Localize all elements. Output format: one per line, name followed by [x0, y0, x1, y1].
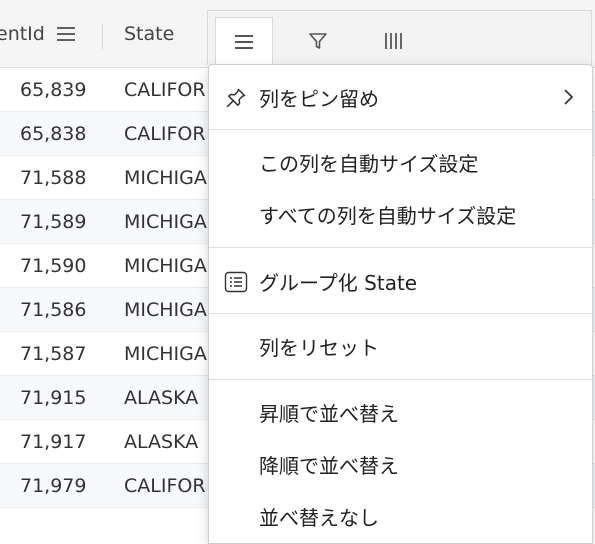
- menu-item-no-sort[interactable]: 並べ替えなし: [209, 496, 592, 536]
- menu-item-label: この列を自動サイズ設定: [259, 151, 479, 176]
- menu-item-autosize-all[interactable]: すべての列を自動サイズ設定: [209, 194, 592, 234]
- cell-state: MICHIGA: [124, 255, 207, 277]
- tab-general[interactable]: [215, 17, 273, 65]
- menu-item-label: 列をリセット: [259, 335, 379, 360]
- cell-id: 71,587: [20, 343, 87, 365]
- filter-funnel-icon: [309, 33, 327, 49]
- cell-state: MICHIGA: [124, 211, 207, 233]
- cell-state: CALIFOR: [124, 79, 206, 101]
- menu-item-pin-column[interactable]: 列をピン留め: [209, 77, 592, 117]
- cell-id: 71,915: [20, 387, 87, 409]
- menu-divider: [209, 313, 592, 314]
- menu-item-label: 昇順で並べ替え: [259, 401, 399, 426]
- pin-icon: [223, 85, 249, 111]
- tab-columns[interactable]: [373, 17, 413, 65]
- cell-id: 71,588: [20, 167, 87, 189]
- cell-id: 71,590: [20, 255, 87, 277]
- cell-id: 71,586: [20, 299, 87, 321]
- menu-item-label: すべての列を自動サイズ設定: [259, 203, 517, 228]
- cell-state: MICHIGA: [124, 299, 207, 321]
- menu-divider: [209, 379, 592, 380]
- cell-state: MICHIGA: [124, 167, 207, 189]
- menu-item-sort-descending[interactable]: 降順で並べ替え: [209, 444, 592, 484]
- menu-divider: [209, 247, 592, 248]
- cell-id: 71,979: [20, 475, 87, 497]
- cell-state: CALIFOR: [124, 475, 206, 497]
- menu-item-label: 並べ替えなし: [259, 505, 379, 530]
- cell-state: CALIFOR: [124, 123, 206, 145]
- header-state-label: State: [124, 23, 175, 45]
- column-menu-icon[interactable]: [56, 27, 75, 41]
- menu-divider: [209, 129, 592, 130]
- menu-item-group-by[interactable]: グループ化 State: [209, 261, 592, 301]
- group-list-icon: [223, 269, 249, 295]
- tab-filter[interactable]: [298, 17, 338, 65]
- cell-state: ALASKA: [124, 387, 199, 409]
- header-cell-id[interactable]: entId: [0, 0, 102, 68]
- cell-id: 65,839: [20, 79, 87, 101]
- cell-state: MICHIGA: [124, 343, 207, 365]
- cell-id: 71,917: [20, 431, 87, 453]
- menu-item-autosize-column[interactable]: この列を自動サイズ設定: [209, 142, 592, 182]
- header-cell-state[interactable]: State: [124, 0, 174, 68]
- header-separator[interactable]: [102, 24, 103, 49]
- cell-state: ALASKA: [124, 431, 199, 453]
- cell-id: 71,589: [20, 211, 87, 233]
- columns-bars-icon: [384, 33, 402, 49]
- header-id-label: entId: [0, 23, 45, 45]
- menu-item-label: グループ化 State: [259, 270, 418, 295]
- menu-item-sort-ascending[interactable]: 昇順で並べ替え: [209, 392, 592, 432]
- menu-item-label: 降順で並べ替え: [259, 453, 399, 478]
- menu-item-reset-columns[interactable]: 列をリセット: [209, 326, 592, 366]
- column-menu: 列をピン留め この列を自動サイズ設定 すべての列を自動サイズ設定 グループ化 S…: [208, 64, 593, 544]
- column-menu-tabs: [207, 10, 592, 65]
- chevron-right-icon: [560, 85, 578, 109]
- menu-item-label: 列をピン留め: [259, 86, 379, 111]
- menu-lines-icon: [235, 34, 253, 49]
- cell-id: 65,838: [20, 123, 87, 145]
